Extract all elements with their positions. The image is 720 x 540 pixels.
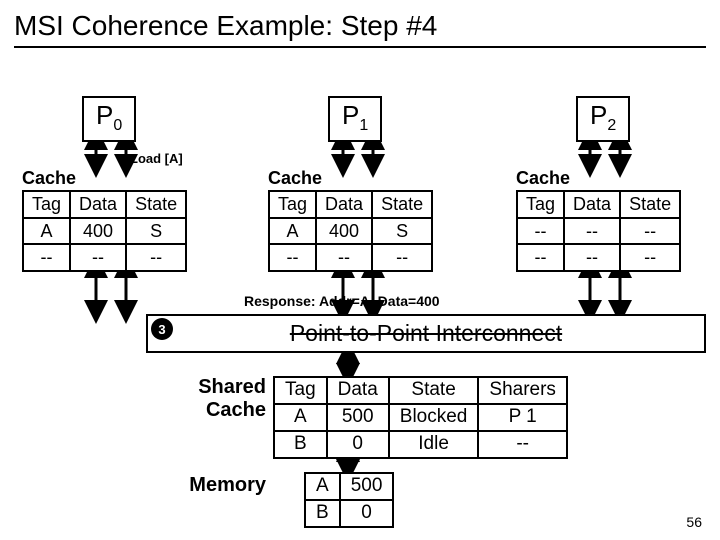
- memory-label: Memory: [146, 474, 266, 497]
- cache-label-2: Cache: [516, 168, 570, 189]
- processor-p2: P2: [576, 96, 630, 142]
- cache-label-1: Cache: [268, 168, 322, 189]
- cache-table-p2: Tag Data State ------ ------: [516, 190, 681, 272]
- processor-p1: P1: [328, 96, 382, 142]
- cache-table-p0: Tag Data State A400S ------: [22, 190, 187, 272]
- cache-label-0: Cache: [22, 168, 76, 189]
- step-circle: 3: [151, 318, 173, 340]
- load-label: Load [A]: [130, 151, 183, 166]
- shared-cache-table: Tag Data State Sharers A 500 Blocked P 1…: [273, 376, 568, 459]
- memory-table: A 500 B 0: [304, 472, 394, 528]
- shared-cache-label: SharedCache: [146, 376, 266, 422]
- page-number: 56: [686, 514, 702, 530]
- interconnect-box: Point-to-Point Interconnect: [146, 314, 706, 353]
- slide-title: MSI Coherence Example: Step #4: [0, 0, 720, 46]
- cache-table-p1: Tag Data State A400S ------: [268, 190, 433, 272]
- response-label: Response: Addr=A, Data=400: [244, 293, 440, 309]
- title-underline: [14, 46, 706, 48]
- processor-p0: P0: [82, 96, 136, 142]
